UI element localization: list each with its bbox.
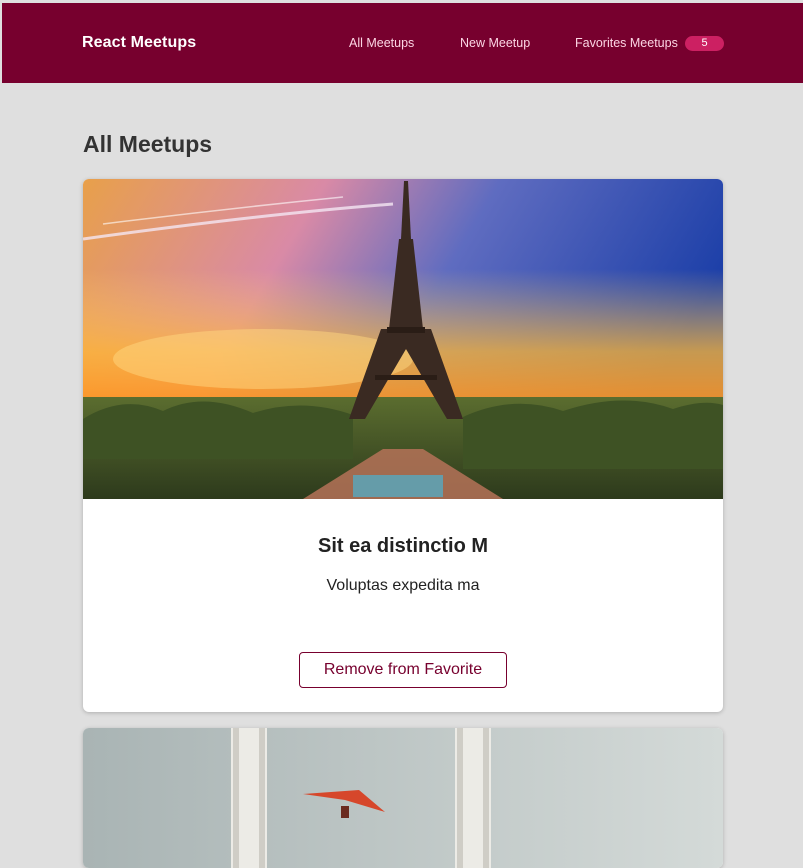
main-header: React Meetups All Meetups New Meetup Fav… (2, 3, 803, 83)
page-title: All Meetups (83, 131, 213, 157)
nav-all-meetups[interactable]: All Meetups (349, 36, 414, 50)
remove-from-favorite-button[interactable]: Remove from Favorite (299, 652, 507, 688)
meetup-description: Voluptas expedita ma (326, 577, 480, 594)
meetup-image (83, 179, 723, 499)
meetup-image (83, 728, 723, 868)
favorites-count-badge: 5 (685, 36, 724, 51)
meetup-title: Sit ea distinctio M (317, 535, 489, 557)
app-logo[interactable]: React Meetups (82, 34, 196, 52)
nav-favorites-meetups[interactable]: Favorites Meetups (575, 36, 678, 50)
meetup-card (83, 728, 723, 868)
nav-new-meetup[interactable]: New Meetup (460, 36, 530, 50)
meetup-card: Sit ea distinctio M Voluptas expedita ma… (83, 179, 723, 712)
